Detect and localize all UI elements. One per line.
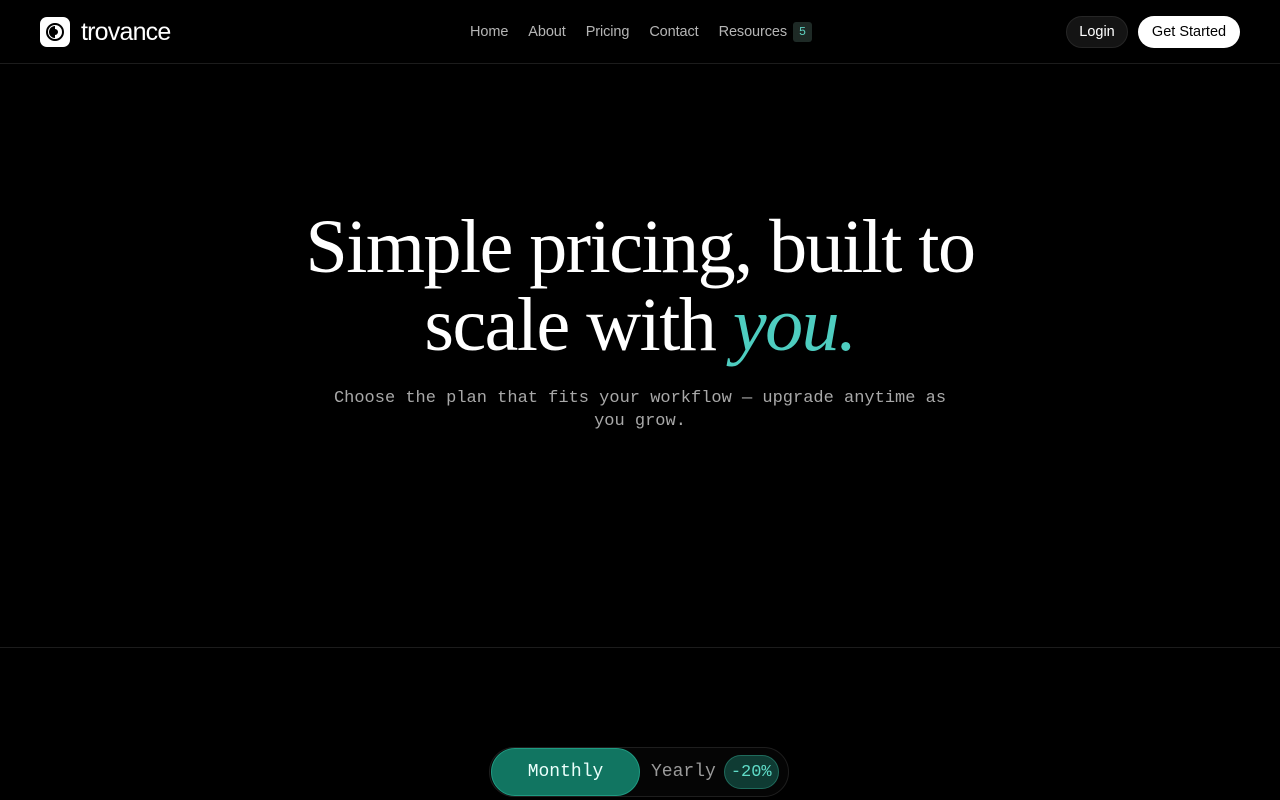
nav-pricing[interactable]: Pricing bbox=[586, 20, 630, 44]
hero-title-accent: you. bbox=[732, 283, 857, 367]
nav-home[interactable]: Home bbox=[470, 20, 508, 44]
nav-resources[interactable]: Resources bbox=[719, 20, 788, 44]
brand[interactable]: trovance bbox=[40, 17, 171, 47]
resources-count-badge: 5 bbox=[793, 22, 813, 42]
hero-title-line1: Simple pricing, built to bbox=[305, 205, 976, 289]
yearly-label: Yearly bbox=[651, 762, 716, 782]
yearly-option[interactable]: Yearly -20% bbox=[651, 748, 779, 796]
monthly-option[interactable]: Monthly bbox=[491, 748, 640, 796]
site-header: trovance Home About Pricing Contact Reso… bbox=[0, 0, 1280, 64]
discount-badge: -20% bbox=[723, 755, 779, 789]
get-started-button[interactable]: Get Started bbox=[1138, 16, 1240, 48]
hero-title-line2: scale with bbox=[424, 283, 733, 367]
nav-about[interactable]: About bbox=[528, 20, 566, 44]
login-button[interactable]: Login bbox=[1066, 16, 1128, 48]
brand-name: trovance bbox=[81, 18, 171, 46]
billing-toggle: Monthly Yearly -20% bbox=[489, 747, 789, 797]
main-nav: Home About Pricing Contact Resources 5 bbox=[470, 20, 813, 44]
hero-subtitle: Choose the plan that fits your workflow … bbox=[333, 389, 947, 431]
circle-half-icon bbox=[40, 17, 70, 47]
section-divider bbox=[0, 647, 1280, 648]
hero-title: Simple pricing, built to scale with you. bbox=[0, 208, 1280, 364]
nav-contact[interactable]: Contact bbox=[649, 20, 698, 44]
